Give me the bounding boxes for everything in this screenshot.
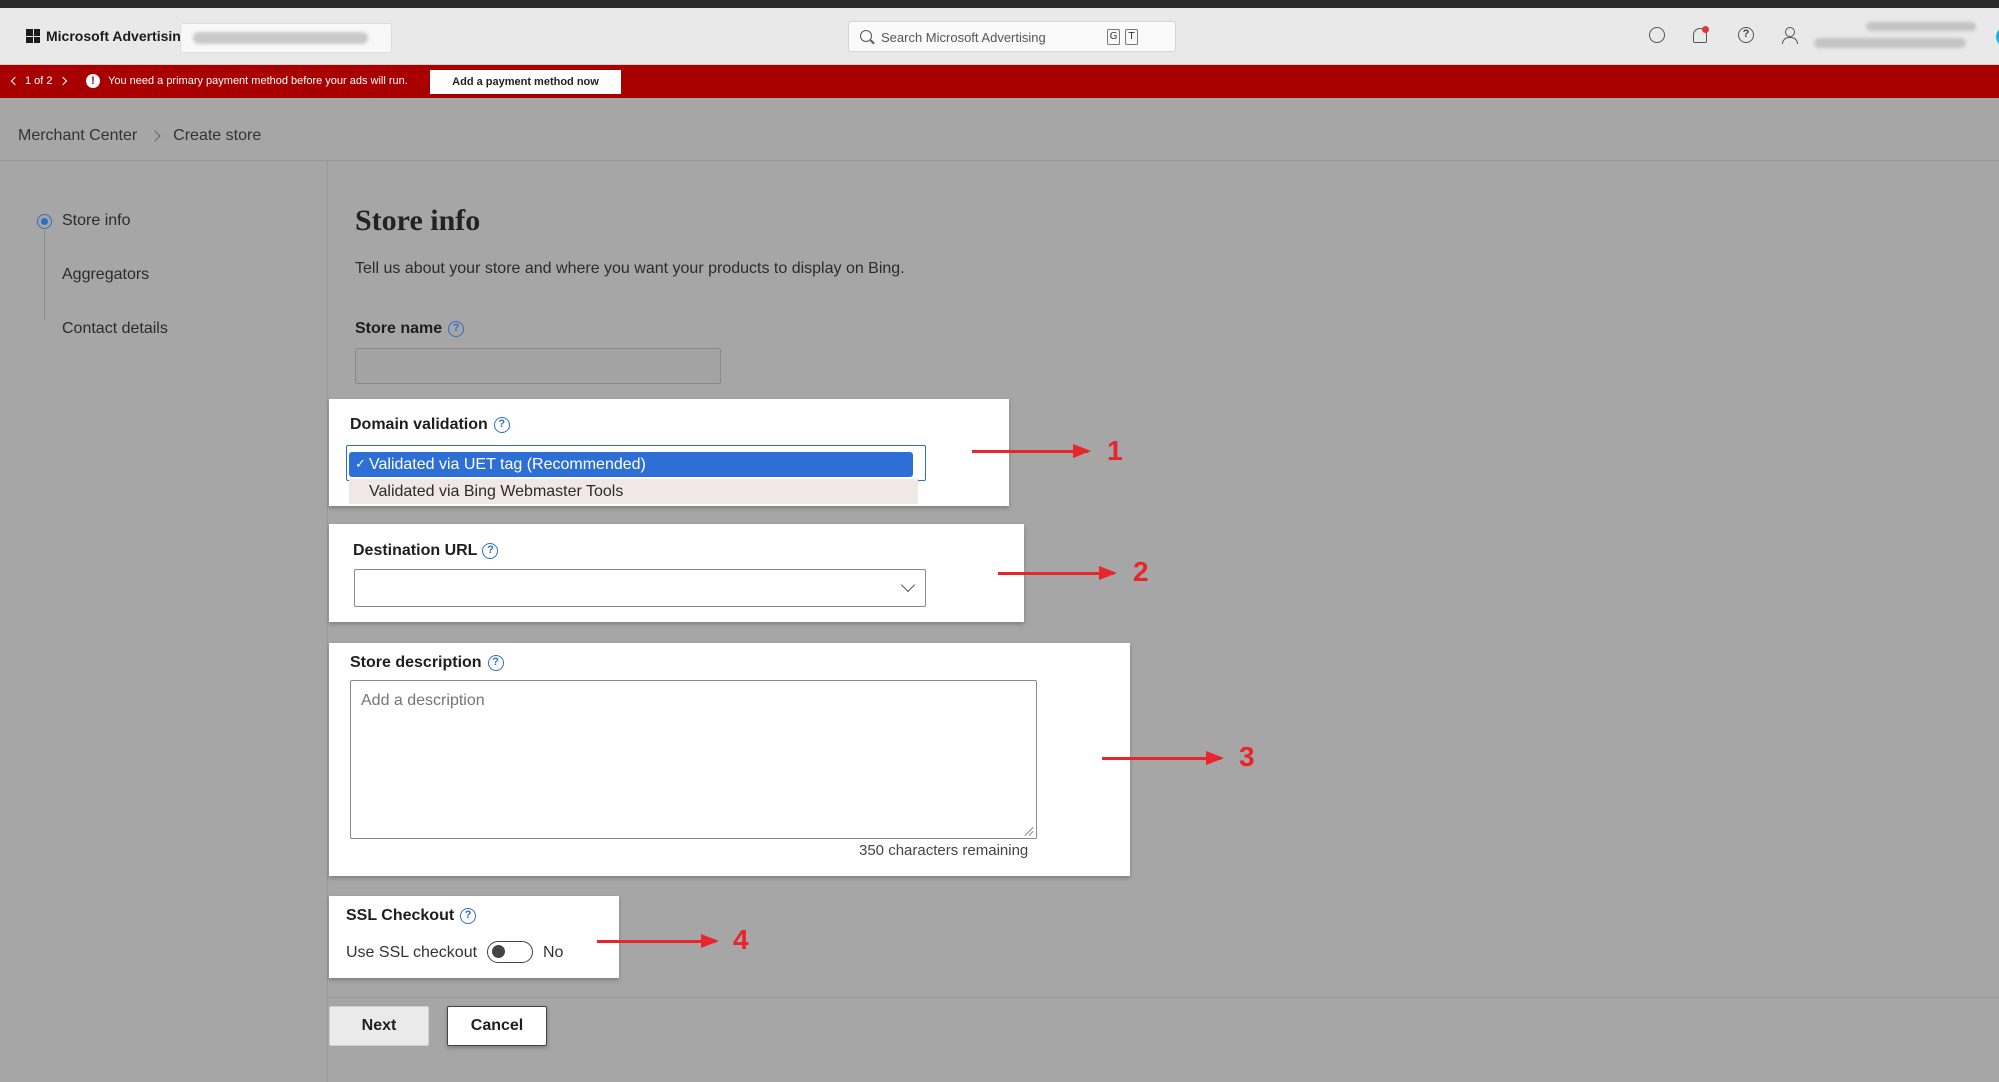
annotation-number-1: 1 xyxy=(1107,435,1123,466)
resize-handle-icon[interactable] xyxy=(1024,826,1034,836)
help-icon[interactable]: ? xyxy=(448,320,465,337)
banner-message: You need a primary payment method before… xyxy=(108,75,408,87)
search-icon xyxy=(860,30,872,42)
checkmark-icon: ✓ xyxy=(355,457,366,472)
step-connector xyxy=(44,230,45,320)
cancel-button[interactable]: Cancel xyxy=(447,1006,547,1046)
step-aggregators[interactable]: Aggregators xyxy=(62,266,149,284)
page-title: Store info xyxy=(355,204,481,237)
chevron-right-icon xyxy=(149,130,161,142)
ssl-toggle-state: No xyxy=(543,944,564,961)
annotation-number-3: 3 xyxy=(1239,741,1255,772)
shortcut-g-key: G xyxy=(1107,29,1120,45)
store-name-label: Store name? xyxy=(355,320,465,338)
add-payment-method-button[interactable]: Add a payment method now xyxy=(430,70,621,94)
chevron-left-icon[interactable] xyxy=(10,76,20,86)
active-step-icon xyxy=(37,214,52,229)
microsoft-logo-icon xyxy=(26,29,40,43)
top-header: Microsoft Advertising Search Microsoft A… xyxy=(0,8,1999,65)
top-strip xyxy=(0,0,1999,8)
help-icon[interactable]: ? xyxy=(460,907,477,924)
help-icon[interactable]: ? xyxy=(487,654,504,671)
store-description-textarea[interactable] xyxy=(350,680,1037,839)
annotation-arrow-4 xyxy=(597,934,719,948)
annotation-number-4: 4 xyxy=(733,924,749,955)
destination-url-label: Destination URL? xyxy=(353,542,499,560)
annotation-number-2: 2 xyxy=(1133,556,1149,587)
page-subtitle: Tell us about your store and where you w… xyxy=(355,260,905,277)
ssl-checkout-label: SSL Checkout? xyxy=(346,907,477,925)
store-name-input[interactable] xyxy=(355,348,721,384)
help-icon[interactable]: ? xyxy=(493,416,510,433)
search-box[interactable]: Search Microsoft Advertising G T xyxy=(848,21,1999,52)
char-count: 350 characters remaining xyxy=(859,842,1029,859)
next-button[interactable]: Next xyxy=(329,1006,429,1046)
brand-name: Microsoft Advertising xyxy=(46,28,190,44)
search-placeholder: Search Microsoft Advertising xyxy=(881,30,1046,45)
annotation-arrow-2 xyxy=(998,566,1117,580)
step-contact-details[interactable]: Contact details xyxy=(62,320,168,338)
breadcrumb-create-store: Create store xyxy=(173,127,262,144)
rewards-icon[interactable] xyxy=(1646,24,1668,46)
account-name-redacted xyxy=(193,32,368,44)
brand[interactable]: Microsoft Advertising xyxy=(26,28,189,44)
left-panel-divider xyxy=(327,161,328,1082)
dropdown-option-uet-tag[interactable]: ✓ Validated via UET tag (Recommended) xyxy=(349,452,913,477)
pager-text: 1 of 2 xyxy=(25,75,53,87)
user-name-redacted[interactable] xyxy=(1814,38,1966,48)
step-store-info[interactable]: Store info xyxy=(62,212,130,230)
annotation-arrow-3 xyxy=(1102,751,1224,765)
dropdown-option-webmaster-tools[interactable]: Validated via Bing Webmaster Tools xyxy=(349,479,918,504)
breadcrumb: Merchant Center Create store xyxy=(18,127,261,145)
footer-divider xyxy=(327,997,1999,998)
store-description-label: Store description? xyxy=(350,654,504,672)
ssl-checkout-card: SSL Checkout? xyxy=(329,896,619,978)
toggle-knob xyxy=(492,945,505,958)
ssl-toggle-label: Use SSL checkout xyxy=(346,944,478,961)
chevron-right-icon[interactable] xyxy=(58,76,67,86)
help-icon[interactable]: ? xyxy=(1735,24,1757,46)
payment-banner: 1 of 2 ! You need a primary payment meth… xyxy=(0,65,1999,98)
breadcrumb-merchant-center[interactable]: Merchant Center xyxy=(18,127,137,145)
banner-pager: 1 of 2 xyxy=(10,75,67,87)
breadcrumb-divider xyxy=(0,160,1999,161)
destination-url-select[interactable] xyxy=(354,569,926,607)
help-icon[interactable]: ? xyxy=(482,542,499,559)
account-selector[interactable] xyxy=(180,23,392,53)
bell-icon[interactable] xyxy=(1689,24,1711,46)
person-icon[interactable] xyxy=(1778,24,1800,46)
domain-validation-label: Domain validation? xyxy=(350,416,510,434)
warning-icon: ! xyxy=(86,74,100,88)
chevron-down-icon xyxy=(900,577,916,593)
notification-dot xyxy=(1702,26,1709,33)
annotation-arrow-1 xyxy=(972,444,1091,458)
shortcut-t-key: T xyxy=(1125,29,1138,45)
ssl-checkout-toggle[interactable] xyxy=(487,941,533,963)
user-email-redacted xyxy=(1866,22,1976,31)
